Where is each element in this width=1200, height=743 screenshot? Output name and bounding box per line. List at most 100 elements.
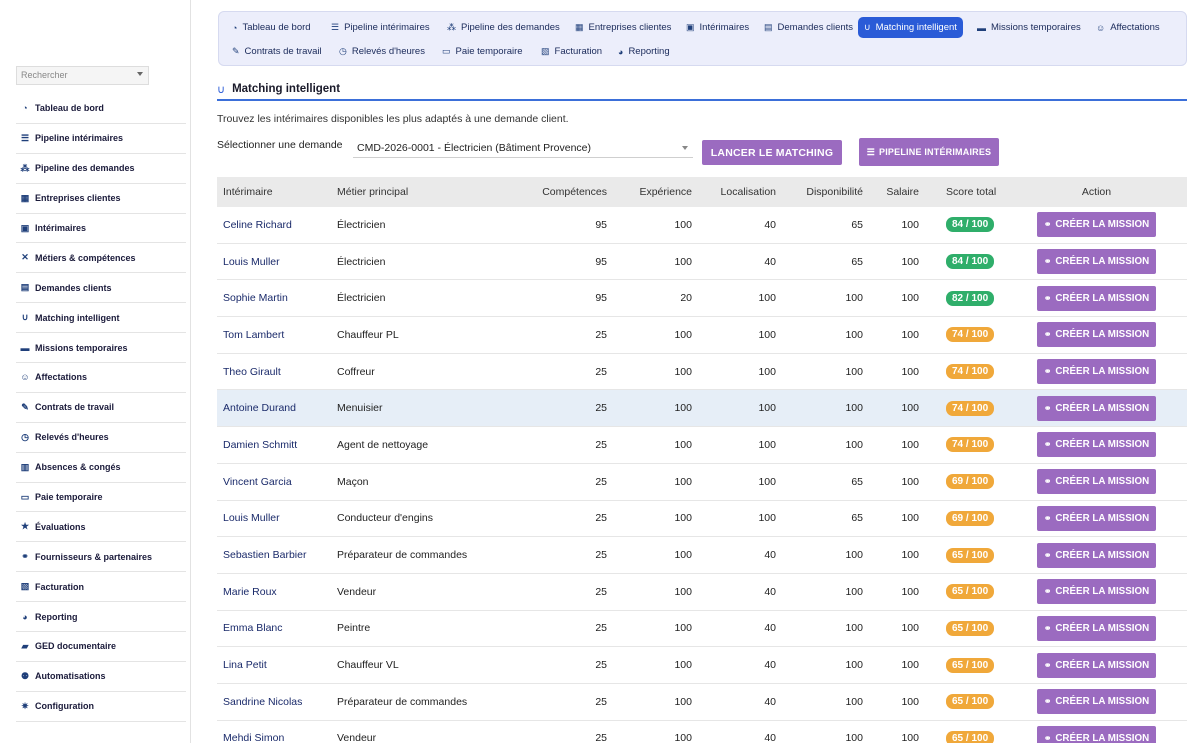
create-mission-button[interactable]: ⚭ CRÉER LA MISSION xyxy=(1037,359,1156,385)
sidebar-item[interactable]: ◕ Reporting xyxy=(16,602,186,633)
experience-cell: 100 xyxy=(674,438,692,451)
sidebar-item-label: Évaluations xyxy=(35,521,86,532)
create-mission-button[interactable]: ⚭ CRÉER LA MISSION xyxy=(1037,469,1156,495)
score-badge: 74 / 100 xyxy=(946,327,995,343)
candidate-name-link[interactable]: Emma Blanc xyxy=(217,622,337,634)
candidate-name-link[interactable]: Mehdi Simon xyxy=(217,732,337,743)
demand-select[interactable]: CMD-2026-0001 - Électricien (Bâtiment Pr… xyxy=(353,138,693,158)
sidebar-item[interactable]: ∪ Matching intelligent xyxy=(16,303,186,334)
sidebar-item[interactable]: ✎ Contrats de travail xyxy=(16,393,186,423)
candidate-name-link[interactable]: Louis Muller xyxy=(217,512,337,524)
salaire-cell: 100 xyxy=(901,585,919,598)
tab-item[interactable]: ◷ Relevés d'heures xyxy=(333,41,431,62)
candidate-name-link[interactable]: Antoine Durand xyxy=(217,402,337,414)
create-mission-button[interactable]: ⚭ CRÉER LA MISSION xyxy=(1037,542,1156,568)
sidebar-item[interactable]: ⚭ Fournisseurs & partenaires xyxy=(16,542,186,573)
create-mission-button[interactable]: ⚭ CRÉER LA MISSION xyxy=(1037,652,1156,678)
tab-label: Affectations xyxy=(1110,22,1160,33)
create-mission-button[interactable]: ⚭ CRÉER LA MISSION xyxy=(1037,615,1156,641)
score-cell: 69 / 100 xyxy=(919,510,1009,526)
tab-item[interactable]: ∪ Matching intelligent xyxy=(858,17,963,38)
create-mission-button[interactable]: ⚭ CRÉER LA MISSION xyxy=(1037,725,1156,743)
tab-item[interactable]: ▣ Intérimaires xyxy=(680,17,755,38)
sidebar-item[interactable]: ✷ Configuration xyxy=(16,692,186,722)
candidate-name-link[interactable]: Theo Girault xyxy=(217,366,337,378)
job-cell: Préparateur de commandes xyxy=(337,549,468,562)
candidate-name-link[interactable]: Sandrine Nicolas xyxy=(217,696,337,708)
tab-item[interactable]: ▤ Demandes clients xyxy=(758,17,859,38)
sidebar-item[interactable]: ☰ Pipeline intérimaires xyxy=(16,124,186,154)
tab-item[interactable]: ☺ Affectations xyxy=(1090,17,1166,38)
create-mission-button[interactable]: ⚭ CRÉER LA MISSION xyxy=(1037,689,1156,715)
action-cell: ⚭ CRÉER LA MISSION xyxy=(1009,249,1184,275)
localisation-cell: 40 xyxy=(764,732,776,743)
tab-item[interactable]: ▬ Missions temporaires xyxy=(971,17,1087,38)
score-cell: 65 / 100 xyxy=(919,584,1009,600)
create-mission-button[interactable]: ⚭ CRÉER LA MISSION xyxy=(1037,432,1156,458)
create-mission-button[interactable]: ⚭ CRÉER LA MISSION xyxy=(1037,322,1156,348)
candidate-name-link[interactable]: Damien Schmitt xyxy=(217,439,337,451)
sidebar-item[interactable]: ◔ Tableau de bord xyxy=(16,94,186,124)
contract-icon: ✎ xyxy=(21,401,29,412)
score-cell: 65 / 100 xyxy=(919,694,1009,710)
create-mission-button[interactable]: ⚭ CRÉER LA MISSION xyxy=(1037,212,1156,238)
candidate-name-link[interactable]: Vincent Garcia xyxy=(217,476,337,488)
create-mission-button[interactable]: ⚭ CRÉER LA MISSION xyxy=(1037,395,1156,421)
competences-cell: 25 xyxy=(595,549,607,562)
sidebar-item[interactable]: ▣ Intérimaires xyxy=(16,214,186,244)
disponibilite-cell: 100 xyxy=(845,292,863,305)
sidebar-item[interactable]: ▰ GED documentaire xyxy=(16,632,186,662)
candidate-name-link[interactable]: Louis Muller xyxy=(217,256,337,268)
handshake-icon: ⚭ xyxy=(1043,659,1052,670)
disponibilite-cell: 100 xyxy=(845,549,863,562)
sidebar-item[interactable]: ◷ Relevés d'heures xyxy=(16,423,186,453)
sidebar-item[interactable]: ▤ Demandes clients xyxy=(16,273,186,304)
magnet-icon: ∪ xyxy=(21,312,29,323)
launch-matching-button[interactable]: LANCER LE MATCHING xyxy=(702,140,842,165)
score-cell: 74 / 100 xyxy=(919,327,1009,343)
pipeline-button[interactable]: ☰ PIPELINE INTÉRIMAIRES xyxy=(859,138,999,166)
disponibilite-cell: 100 xyxy=(845,438,863,451)
sidebar-item[interactable]: ▭ Paie temporaire xyxy=(16,483,186,513)
candidate-name-link[interactable]: Sebastien Barbier xyxy=(217,549,337,561)
job-cell: Chauffeur PL xyxy=(337,328,399,341)
experience-cell: 100 xyxy=(674,365,692,378)
sidebar-item[interactable]: ★ Évaluations xyxy=(16,512,186,543)
sidebar-item[interactable]: ▦ Entreprises clientes xyxy=(16,184,186,214)
tab-item[interactable]: ◕ Reporting xyxy=(612,41,676,62)
score-badge: 65 / 100 xyxy=(946,584,995,600)
invoice-icon: ▧ xyxy=(20,581,30,592)
tab-item[interactable]: ☰ Pipeline intérimaires xyxy=(325,17,436,38)
calendar-icon: ▥ xyxy=(20,461,30,472)
sidebar-item[interactable]: ✕ Métiers & compétences xyxy=(16,243,186,274)
tab-item[interactable]: ▧ Facturation xyxy=(535,41,608,62)
candidate-name-link[interactable]: Sophie Martin xyxy=(217,292,337,304)
candidate-name-link[interactable]: Lina Petit xyxy=(217,659,337,671)
candidate-name-link[interactable]: Tom Lambert xyxy=(217,329,337,341)
experience-cell: 100 xyxy=(674,255,692,268)
handshake-icon: ⚭ xyxy=(1043,219,1052,230)
sidebar-item[interactable]: ⚉ Automatisations xyxy=(16,662,186,692)
candidate-name-link[interactable]: Marie Roux xyxy=(217,586,337,598)
tab-item[interactable]: ▦ Entreprises clientes xyxy=(569,17,677,38)
sidebar-item[interactable]: ▥ Absences & congés xyxy=(16,453,186,483)
search-select[interactable]: Rechercher xyxy=(16,66,149,85)
money-icon: ▭ xyxy=(20,491,30,502)
sidebar-item[interactable]: ⁂ Pipeline des demandes xyxy=(16,154,186,184)
sidebar-item[interactable]: ▧ Facturation xyxy=(16,572,186,603)
tab-item[interactable]: ⁂ Pipeline des demandes xyxy=(441,17,566,38)
tab-item[interactable]: ✎ Contrats de travail xyxy=(226,41,328,62)
page-description: Trouvez les intérimaires disponibles les… xyxy=(217,113,569,125)
tab-item[interactable]: ◔ Tableau de bord xyxy=(226,17,317,38)
experience-cell: 100 xyxy=(674,475,692,488)
tab-item[interactable]: ▭ Paie temporaire xyxy=(436,41,529,62)
candidate-name-link[interactable]: Celine Richard xyxy=(217,219,337,231)
create-mission-button[interactable]: ⚭ CRÉER LA MISSION xyxy=(1037,505,1156,531)
create-mission-button[interactable]: ⚭ CRÉER LA MISSION xyxy=(1037,249,1156,275)
sidebar-item[interactable]: ▬ Missions temporaires xyxy=(16,333,186,364)
matching-table: Intérimaire Métier principal Compétences… xyxy=(217,177,1187,743)
create-mission-button[interactable]: ⚭ CRÉER LA MISSION xyxy=(1037,285,1156,311)
sidebar-item[interactable]: ☺ Affectations xyxy=(16,363,186,393)
header-cell: Métier principal xyxy=(337,186,409,198)
create-mission-button[interactable]: ⚭ CRÉER LA MISSION xyxy=(1037,579,1156,605)
